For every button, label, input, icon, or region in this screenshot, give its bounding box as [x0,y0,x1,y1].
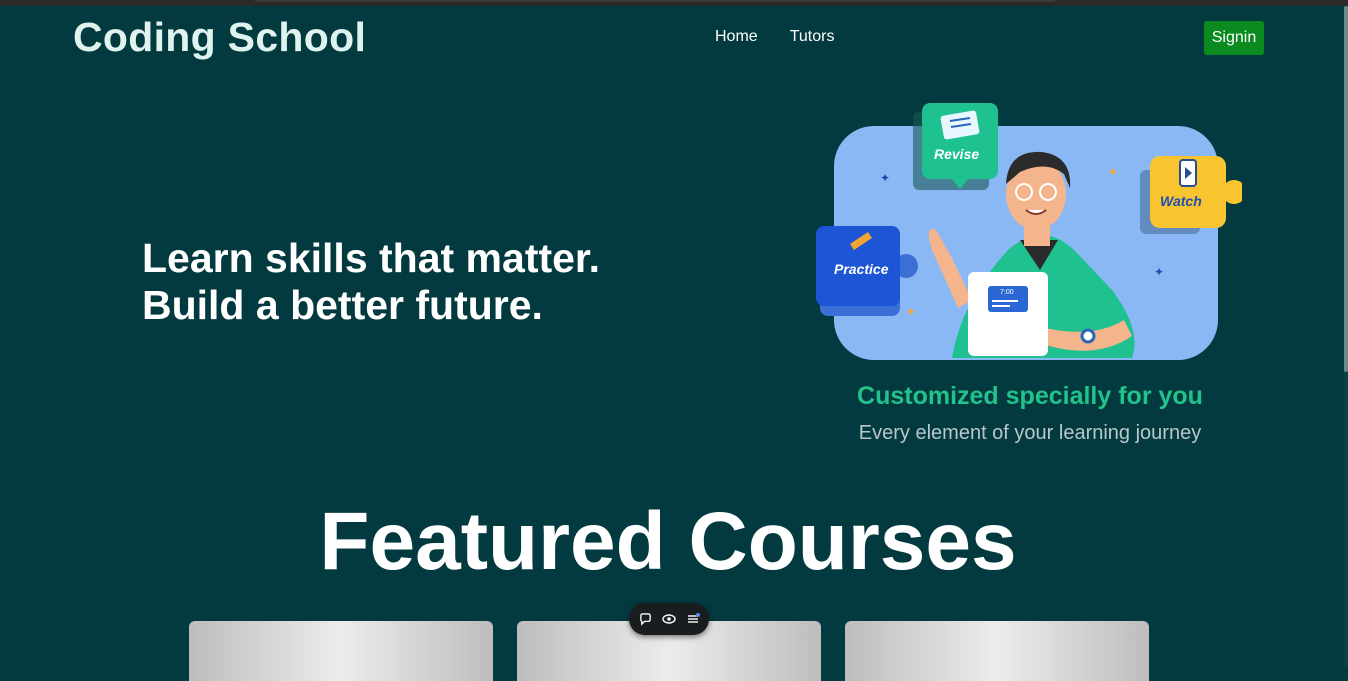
sparkle-icon: ✦ [1108,165,1118,179]
revise-tag: Revise [913,103,998,190]
nav-tutors-link[interactable]: Tutors [790,28,835,46]
floating-toolbar [629,603,709,635]
top-strip-segment [255,0,1055,2]
tablet-card: 7:00 [968,272,1048,356]
scrollbar-thumb[interactable] [1344,6,1348,372]
sparkle-icon: ✦ [880,171,890,185]
sparkle-icon: ✦ [1154,265,1164,279]
sparkle-icon: ✦ [906,305,916,319]
nav-links: Home Tutors [715,28,834,46]
menu-icon[interactable] [686,612,700,626]
hero-heading: Learn skills that matter. Build a better… [142,235,600,329]
practice-tag-label: Practice [834,261,889,277]
illustration-title: Customized specially for you [857,382,1203,410]
watch-tag-label: Watch [1160,193,1202,209]
revise-tag-label: Revise [934,146,979,162]
watch-tag: Watch [1140,156,1242,234]
eye-icon[interactable] [662,612,676,626]
course-card[interactable] [845,621,1149,681]
nav-home-link[interactable]: Home [715,28,758,46]
tablet-clock: 7:00 [1000,289,1014,296]
brand-logo[interactable]: Coding School [73,14,366,61]
signin-button[interactable]: Signin [1204,21,1264,55]
navbar: Coding School Home Tutors Signin [0,6,1348,68]
hero-illustration: ✦ ✦ ✦ ✦ Revise Watch Practice 7:00 [816,103,1242,360]
featured-courses-title: Featured Courses [319,496,1017,587]
illustration-subtitle: Every element of your learning journey [858,422,1202,444]
comment-icon[interactable] [638,612,652,626]
hero-line-2: Build a better future. [142,282,543,328]
hero-line-1: Learn skills that matter. [142,235,601,281]
course-card[interactable] [189,621,493,681]
